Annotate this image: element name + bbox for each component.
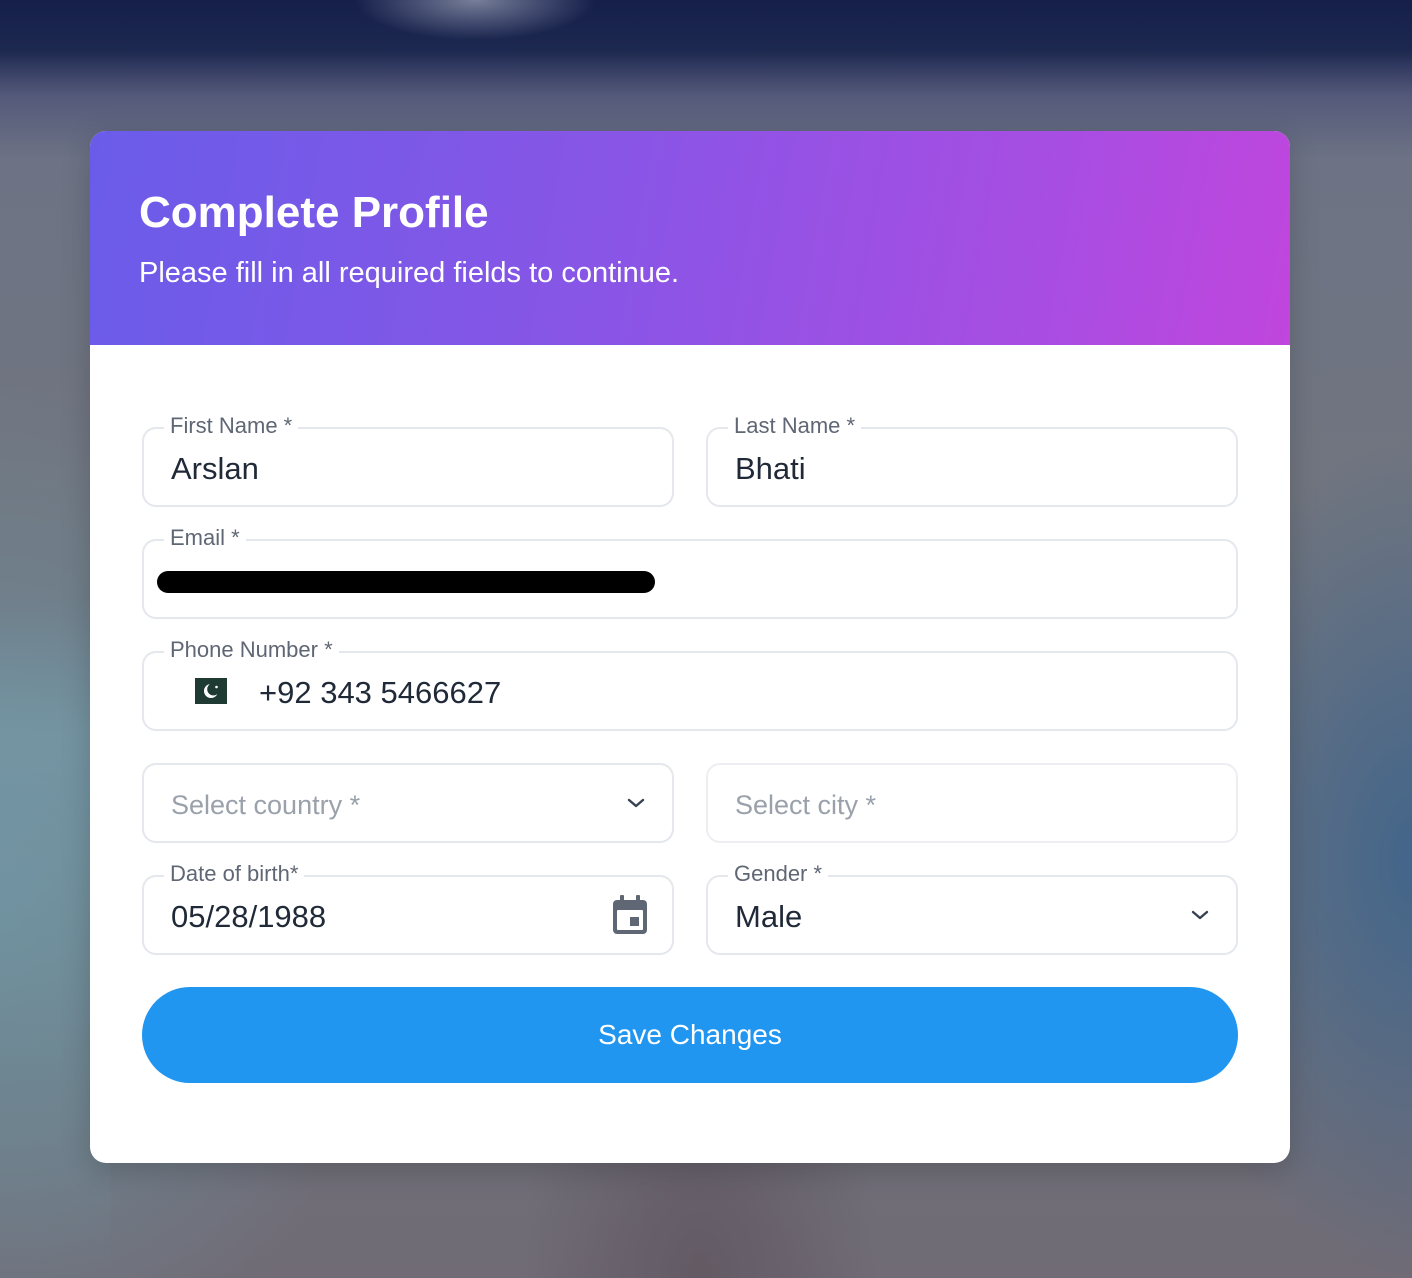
last-name-label: Last Name * bbox=[728, 411, 862, 441]
gender-select[interactable]: Gender * Male bbox=[706, 859, 1238, 955]
profile-dialog: Complete Profile Please fill in all requ… bbox=[90, 131, 1290, 1163]
phone-number-value: +92 343 5466627 bbox=[259, 675, 502, 710]
save-changes-button[interactable]: Save Changes bbox=[142, 987, 1238, 1083]
phone-number-label: Phone Number * bbox=[164, 635, 339, 665]
gender-label: Gender * bbox=[728, 859, 829, 889]
country-placeholder: Select country * bbox=[171, 790, 361, 820]
dialog-header: Complete Profile Please fill in all requ… bbox=[90, 131, 1290, 345]
pakistan-flag-icon[interactable] bbox=[195, 678, 227, 704]
first-name-field[interactable]: First Name * Arslan bbox=[142, 411, 674, 507]
date-of-birth-value: 05/28/1988 bbox=[171, 899, 327, 934]
first-name-value: Arslan bbox=[171, 451, 259, 486]
email-field[interactable]: Email * bbox=[142, 523, 1238, 619]
gender-value: Male bbox=[735, 899, 803, 934]
chevron-down-icon[interactable] bbox=[624, 791, 648, 815]
dialog-subtitle: Please fill in all required fields to co… bbox=[139, 257, 680, 289]
email-label: Email * bbox=[164, 523, 246, 553]
first-name-label: First Name * bbox=[164, 411, 299, 441]
last-name-value: Bhati bbox=[735, 451, 806, 486]
date-of-birth-field[interactable]: Date of birth* 05/28/1988 bbox=[142, 859, 674, 955]
city-placeholder: Select city * bbox=[735, 790, 877, 820]
city-select[interactable]: Select city * bbox=[706, 763, 1238, 843]
date-of-birth-label: Date of birth* bbox=[164, 859, 305, 889]
last-name-field[interactable]: Last Name * Bhati bbox=[706, 411, 1238, 507]
chevron-down-icon[interactable] bbox=[1188, 903, 1212, 927]
country-select[interactable]: Select country * bbox=[142, 763, 674, 843]
dialog-title: Complete Profile bbox=[139, 188, 489, 237]
calendar-icon[interactable] bbox=[610, 893, 650, 937]
email-redaction-bar bbox=[157, 571, 655, 593]
phone-number-field[interactable]: Phone Number * +92 343 5466627 bbox=[142, 635, 1238, 731]
